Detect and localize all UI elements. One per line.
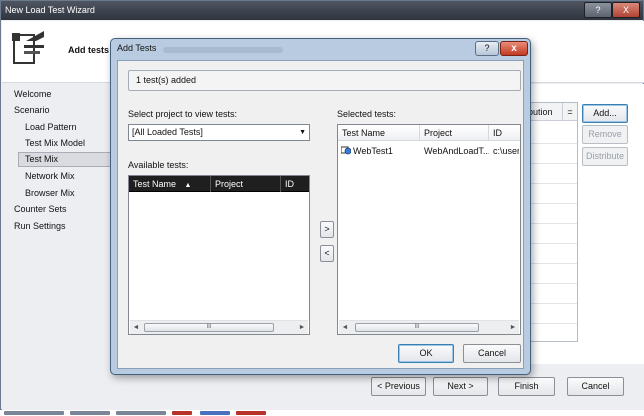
mix-header-label: bution: [528, 107, 553, 117]
selected-tests-label: Selected tests:: [337, 109, 397, 119]
dialog-ok-button[interactable]: OK: [398, 344, 454, 363]
cancel-wizard-button[interactable]: Cancel: [567, 377, 624, 396]
scroll-left-icon[interactable]: ◄: [339, 321, 351, 334]
available-col-test-name[interactable]: Test Name ▲: [129, 176, 211, 192]
scroll-thumb[interactable]: III: [355, 323, 479, 332]
available-tests-header: Test Name ▲ Project ID: [129, 176, 309, 192]
mix-row-divider: [525, 223, 577, 224]
mix-row-divider: [525, 183, 577, 184]
mix-row-divider: [525, 323, 577, 324]
selected-hscrollbar[interactable]: ◄ III ►: [339, 320, 519, 334]
available-hscrollbar[interactable]: ◄ III ►: [130, 320, 308, 334]
mix-sort-icon[interactable]: =: [562, 103, 577, 120]
wizard-title-bar: New Load Test Wizard: [1, 1, 643, 20]
selected-tests-list[interactable]: Test Name Project ID WebTest1 WebAndLoad…: [337, 124, 521, 335]
load-test-wizard-icon: [12, 31, 44, 64]
watermark-mark: [70, 411, 110, 415]
nav-item-welcome[interactable]: Welcome: [14, 88, 51, 101]
watermark-mark: [4, 411, 64, 415]
wizard-nav: Welcome Scenario Load Pattern Test Mix M…: [2, 84, 114, 410]
scroll-thumb[interactable]: III: [144, 323, 274, 332]
selected-tests-header: Test Name Project ID: [338, 125, 520, 141]
distribute-button[interactable]: Distribute: [582, 147, 628, 166]
dialog-title: Add Tests: [117, 43, 157, 53]
watermark-mark: [116, 411, 166, 415]
watermark-mark: [200, 411, 230, 415]
project-select-value: [All Loaded Tests]: [132, 127, 203, 137]
selected-test-row[interactable]: WebTest1 WebAndLoadT... c:\user: [338, 144, 520, 158]
nav-item-test-mix-model[interactable]: Test Mix Model: [25, 137, 85, 150]
wizard-header-title: Add tests t: [68, 45, 115, 55]
project-select[interactable]: [All Loaded Tests] ▼: [128, 124, 310, 141]
web-test-icon: [341, 146, 351, 155]
wizard-help-button[interactable]: ?: [584, 2, 612, 18]
mix-row-divider: [525, 163, 577, 164]
dialog-body: 1 test(s) added Select project to view t…: [117, 60, 524, 369]
add-selected-test-button[interactable]: >: [320, 221, 334, 238]
footer-watermark-strip: [0, 410, 644, 416]
available-tests-label: Available tests:: [128, 160, 189, 170]
scroll-left-icon[interactable]: ◄: [130, 321, 142, 334]
nav-item-browser-mix[interactable]: Browser Mix: [25, 187, 75, 200]
mix-row-divider: [525, 303, 577, 304]
selected-col-test-name[interactable]: Test Name: [338, 125, 420, 141]
nav-item-test-mix[interactable]: Test Mix: [18, 152, 112, 167]
select-project-label: Select project to view tests:: [128, 109, 238, 119]
remove-selected-test-button[interactable]: <: [320, 245, 334, 262]
remove-test-button[interactable]: Remove: [582, 125, 628, 144]
selected-test-name: WebTest1: [353, 146, 393, 156]
dialog-title-blurred-text: [163, 47, 283, 53]
nav-item-load-pattern[interactable]: Load Pattern: [25, 121, 77, 134]
dialog-cancel-button[interactable]: Cancel: [463, 344, 521, 363]
nav-item-counter-sets[interactable]: Counter Sets: [14, 203, 67, 216]
mix-row-divider: [525, 203, 577, 204]
sort-ascending-icon: ▲: [184, 182, 192, 189]
watermark-mark: [236, 411, 266, 415]
finish-button[interactable]: Finish: [498, 377, 555, 396]
mix-distribution-header[interactable]: bution =: [525, 103, 577, 121]
available-col-id[interactable]: ID: [281, 176, 309, 192]
dropdown-arrow-icon[interactable]: ▼: [299, 125, 306, 140]
wizard-title: New Load Test Wizard: [5, 5, 95, 15]
nav-item-network-mix[interactable]: Network Mix: [25, 170, 75, 183]
mix-row-divider: [525, 263, 577, 264]
add-tests-dialog: Add Tests ? x 1 test(s) added Select pro…: [110, 38, 531, 375]
selected-col-project[interactable]: Project: [420, 125, 489, 141]
available-col-project[interactable]: Project: [211, 176, 281, 192]
test-mix-table[interactable]: bution =: [524, 102, 578, 342]
selected-test-id: c:\user: [493, 146, 519, 156]
available-col-test-name-label: Test Name: [133, 179, 177, 189]
available-tests-list[interactable]: Test Name ▲ Project ID ◄ III ►: [128, 175, 310, 335]
mix-row-divider: [525, 283, 577, 284]
dialog-close-button[interactable]: x: [500, 41, 528, 56]
add-test-button[interactable]: Add...: [582, 104, 628, 123]
next-button[interactable]: Next >: [433, 377, 488, 396]
scroll-right-icon[interactable]: ►: [507, 321, 519, 334]
scroll-right-icon[interactable]: ►: [296, 321, 308, 334]
tests-added-status: 1 test(s) added: [128, 70, 521, 91]
previous-button[interactable]: < Previous: [371, 377, 426, 396]
selected-col-id[interactable]: ID: [489, 125, 520, 141]
nav-item-scenario[interactable]: Scenario: [14, 104, 50, 117]
mix-row-divider: [525, 243, 577, 244]
selected-test-project: WebAndLoadT...: [424, 146, 489, 156]
wizard-close-button[interactable]: X: [612, 2, 640, 18]
watermark-mark: [172, 411, 192, 415]
mix-row-divider: [525, 143, 577, 144]
nav-item-run-settings[interactable]: Run Settings: [14, 220, 66, 233]
dialog-help-button[interactable]: ?: [475, 41, 499, 56]
